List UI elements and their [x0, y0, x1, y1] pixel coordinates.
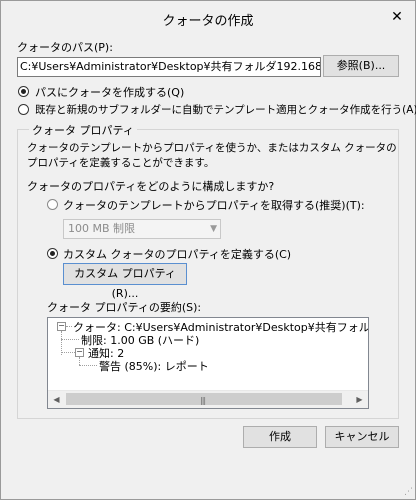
- tree-connector: [79, 357, 80, 365]
- scroll-right-icon[interactable]: ▶: [351, 391, 368, 408]
- quota-path-label: クォータのパス(P):: [17, 41, 113, 54]
- scroll-left-icon[interactable]: ◀: [48, 391, 65, 408]
- tree-connector: [61, 339, 79, 340]
- properties-description: クォータのテンプレートからプロパティを使うか、またはカスタム クォータのプロパテ…: [27, 142, 397, 169]
- auto-apply-radio[interactable]: [18, 104, 29, 115]
- collapse-icon[interactable]: −: [57, 322, 66, 331]
- quota-properties-title: クォータ プロパティ: [29, 122, 137, 138]
- title-bar: クォータの作成 ✕: [1, 1, 415, 35]
- scrollbar-thumb[interactable]: |||: [66, 393, 342, 405]
- create-on-path-label[interactable]: パスにクォータを作成する(Q): [35, 84, 184, 100]
- summary-label: クォータ プロパティの要約(S):: [47, 301, 202, 314]
- quota-path-input[interactable]: C:¥Users¥Administrator¥Desktop¥共有フォルダ192…: [17, 57, 321, 77]
- template-select[interactable]: 100 MB 制限 ▼: [63, 219, 221, 239]
- resize-grip-icon[interactable]: ⋰: [404, 487, 413, 497]
- custom-radio[interactable]: [47, 248, 58, 259]
- close-icon[interactable]: ✕: [389, 9, 405, 25]
- tree-node-warning[interactable]: 警告 (85%): レポート: [99, 358, 209, 374]
- tree-connector: [66, 326, 72, 327]
- template-option-label[interactable]: クォータのテンプレートからプロパティを取得する(推奨)(T):: [63, 197, 365, 213]
- tree-connector: [79, 365, 97, 366]
- template-radio[interactable]: [47, 199, 58, 210]
- cancel-button[interactable]: キャンセル: [325, 426, 399, 448]
- tree-connector: [62, 352, 75, 353]
- custom-properties-button[interactable]: カスタム プロパティ(R)...: [63, 263, 187, 300]
- template-select-value: 100 MB 制限: [68, 222, 136, 235]
- summary-tree[interactable]: − クォータ: C:¥Users¥Administrator¥Desktop¥共…: [47, 317, 369, 409]
- create-on-path-radio[interactable]: [18, 86, 29, 97]
- collapse-icon[interactable]: −: [75, 348, 84, 357]
- grip-icon: |||: [200, 396, 206, 405]
- browse-button[interactable]: 参照(B)...: [323, 55, 399, 77]
- auto-apply-label[interactable]: 既存と新規のサブフォルダーに自動でテンプレート適用とクォータ作成を行う(A): [35, 102, 416, 117]
- dialog-title: クォータの作成: [162, 14, 254, 29]
- create-button[interactable]: 作成: [243, 426, 317, 448]
- chevron-down-icon: ▼: [210, 224, 217, 234]
- custom-option-label[interactable]: カスタム クォータのプロパティを定義する(C): [63, 246, 291, 262]
- horizontal-scrollbar[interactable]: ◀ ||| ▶: [48, 390, 368, 408]
- create-quota-dialog: クォータの作成 ✕ クォータのパス(P): C:¥Users¥Administr…: [0, 0, 416, 500]
- properties-question: クォータのプロパティをどのように構成しますか?: [27, 180, 275, 193]
